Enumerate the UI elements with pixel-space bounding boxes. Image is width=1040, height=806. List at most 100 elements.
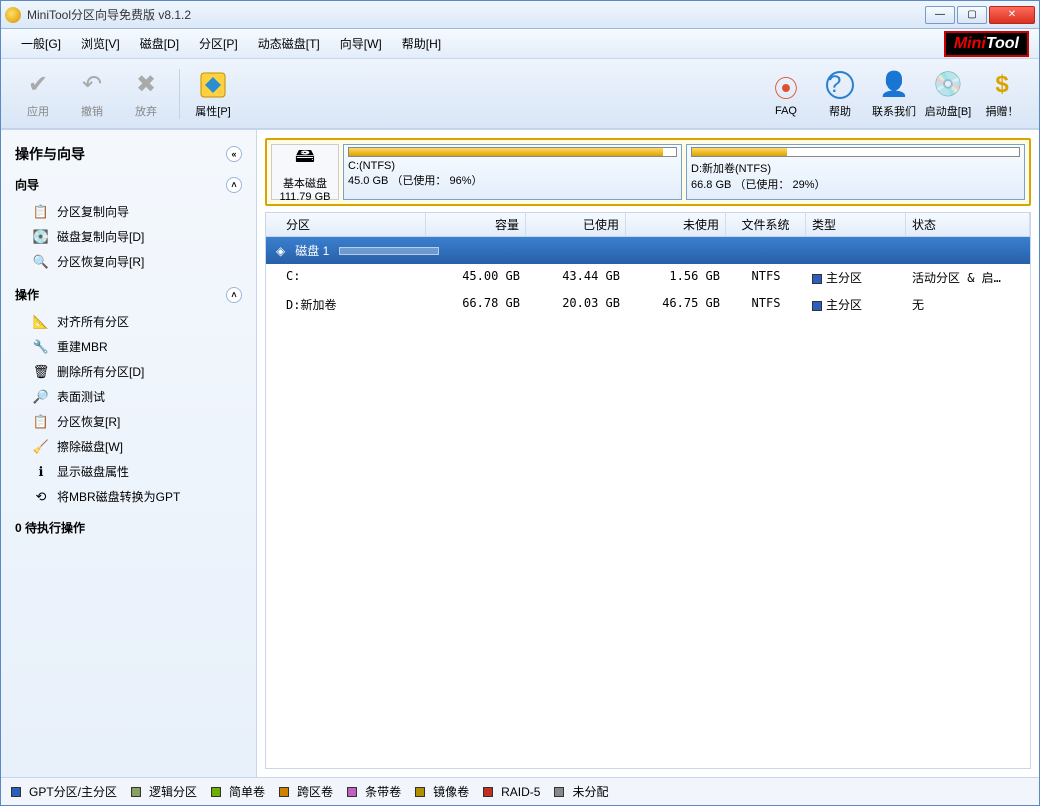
chevron-up-icon[interactable]: ˄ [226, 287, 242, 303]
usage-bar [348, 147, 677, 157]
wizard-icon: 📋 [33, 204, 49, 220]
ops-icon: 🔎 [33, 389, 49, 405]
ops-icon: ⟲ [33, 489, 49, 505]
table-row[interactable]: C: 45.00 GB 43.44 GB 1.56 GB NTFS 主分区 活动… [266, 264, 1030, 291]
sidebar-wizard-item[interactable]: 🔍分区恢复向导[R] [1, 249, 256, 274]
titlebar: MiniTool分区向导免费版 v8.1.2 — ▢ ✕ [1, 1, 1039, 29]
legend-swatch [211, 787, 221, 797]
sidebar-ops-item[interactable]: 🧹擦除磁盘[W] [1, 434, 256, 459]
disk-bar [339, 247, 439, 255]
menu-partition[interactable]: 分区[P] [189, 31, 248, 56]
sidebar-ops-item[interactable]: 🔧重建MBR [1, 334, 256, 359]
legend-item: 逻辑分区 [131, 783, 197, 800]
legend-swatch [279, 787, 289, 797]
faq-button[interactable]: ⦿ FAQ [759, 64, 813, 124]
sidebar-ops-item[interactable]: 📋分区恢复[R] [1, 409, 256, 434]
menu-dynamic[interactable]: 动态磁盘[T] [248, 31, 330, 56]
menu-wizard[interactable]: 向导[W] [330, 31, 392, 56]
col-unused[interactable]: 未使用 [626, 212, 726, 237]
sidebar-ops-item[interactable]: ⟲将MBR磁盘转换为GPT [1, 484, 256, 509]
sidebar-ops-item[interactable]: ℹ显示磁盘属性 [1, 459, 256, 484]
legend-item: 镜像卷 [415, 783, 469, 800]
menu-general[interactable]: 一般[G] [11, 31, 71, 56]
legend-swatch [554, 787, 564, 797]
diskmap-partition[interactable]: C:(NTFS) 45.0 GB （已使用： 96%） [343, 144, 682, 200]
legend-swatch [131, 787, 141, 797]
menu-help[interactable]: 帮助[H] [392, 31, 451, 56]
menu-disk[interactable]: 磁盘[D] [130, 31, 189, 56]
app-icon [5, 7, 21, 23]
table-header: 分区 容量 已使用 未使用 文件系统 类型 状态 [266, 213, 1030, 237]
usage-bar [691, 147, 1020, 157]
col-used[interactable]: 已使用 [526, 212, 626, 237]
check-icon: ✔ [22, 69, 54, 101]
question-icon: ? [824, 69, 856, 101]
sidebar-ops-item[interactable]: 🗑删除所有分区[D] [1, 359, 256, 384]
sidebar-wizard-item[interactable]: 📋分区复制向导 [1, 199, 256, 224]
bootdisk-button[interactable]: 💿 启动盘[B] [921, 64, 975, 124]
person-icon: 👤 [878, 69, 910, 101]
ops-icon: ℹ [33, 464, 49, 480]
col-capacity[interactable]: 容量 [426, 212, 526, 237]
legend-item: RAID-5 [483, 785, 540, 799]
maximize-button[interactable]: ▢ [957, 6, 987, 24]
section-ops: 操作 ˄ [1, 280, 256, 309]
toolbar-separator [179, 69, 180, 119]
legend-item: 未分配 [554, 783, 608, 800]
disk-map: 🖴 基本磁盘 111.79 GB C:(NTFS) 45.0 GB （已使用： … [265, 138, 1031, 206]
disk-group-row[interactable]: ◈ 磁盘 1 [266, 237, 1030, 264]
legend-item: 简单卷 [211, 783, 265, 800]
section-wizard: 向导 ˄ [1, 170, 256, 199]
legend-item: 条带卷 [347, 783, 401, 800]
legend-item: 跨区卷 [279, 783, 333, 800]
apply-button[interactable]: ✔ 应用 [11, 64, 65, 124]
content-area: 🖴 基本磁盘 111.79 GB C:(NTFS) 45.0 GB （已使用： … [257, 130, 1039, 777]
partition-table: 分区 容量 已使用 未使用 文件系统 类型 状态 ◈ 磁盘 1 C: 45.00 [265, 212, 1031, 769]
sidebar-wizard-item[interactable]: 💽磁盘复制向导[D] [1, 224, 256, 249]
undo-button[interactable]: ↶ 撤销 [65, 64, 119, 124]
donate-button[interactable]: $ 捐赠！ [975, 64, 1029, 124]
diskmap-partition[interactable]: D:新加卷(NTFS) 66.8 GB （已使用： 29%） [686, 144, 1025, 200]
window-title: MiniTool分区向导免费版 v8.1.2 [27, 6, 925, 23]
wizard-icon: 🔍 [33, 254, 49, 270]
brand-logo: MiniTool [944, 31, 1029, 57]
contact-button[interactable]: 👤 联系我们 [867, 64, 921, 124]
disk-summary[interactable]: 🖴 基本磁盘 111.79 GB [271, 144, 339, 200]
toolbar: ✔ 应用 ↶ 撤销 ✖ 放弃 属性[P] ⦿ FAQ ? 帮助 👤 [1, 59, 1039, 129]
col-fs[interactable]: 文件系统 [726, 212, 806, 237]
disc-icon: 💿 [932, 69, 964, 101]
cross-icon: ✖ [130, 69, 162, 101]
properties-button[interactable]: 属性[P] [186, 64, 240, 124]
main-area: 操作与向导 « 向导 ˄ 📋分区复制向导💽磁盘复制向导[D]🔍分区恢复向导[R]… [1, 129, 1039, 777]
undo-icon: ↶ [76, 69, 108, 101]
sidebar-header: 操作与向导 « [1, 138, 256, 170]
legend-item: GPT分区/主分区 [11, 783, 117, 800]
ops-icon: 📐 [33, 314, 49, 330]
pending-operations: 0 待执行操作 [1, 509, 256, 546]
col-status[interactable]: 状态 [906, 212, 1030, 237]
legend-swatch [11, 787, 21, 797]
legend-swatch [415, 787, 425, 797]
help-button[interactable]: ? 帮助 [813, 64, 867, 124]
sidebar: 操作与向导 « 向导 ˄ 📋分区复制向导💽磁盘复制向导[D]🔍分区恢复向导[R]… [1, 130, 257, 777]
sidebar-ops-item[interactable]: 📐对齐所有分区 [1, 309, 256, 334]
ops-icon: 🔧 [33, 339, 49, 355]
legend-swatch [483, 787, 493, 797]
col-partition[interactable]: 分区 [266, 212, 426, 237]
minimize-button[interactable]: — [925, 6, 955, 24]
table-body: ◈ 磁盘 1 C: 45.00 GB 43.44 GB 1.56 GB NTFS… [266, 237, 1030, 768]
sidebar-ops-item[interactable]: 🔎表面测试 [1, 384, 256, 409]
app-window: MiniTool分区向导免费版 v8.1.2 — ▢ ✕ 一般[G] 浏览[V]… [0, 0, 1040, 806]
dollar-icon: $ [986, 69, 1018, 101]
chevron-up-icon[interactable]: ˄ [226, 177, 242, 193]
collapse-icon[interactable]: « [226, 146, 242, 162]
properties-icon [197, 69, 229, 101]
discard-button[interactable]: ✖ 放弃 [119, 64, 173, 124]
lifebuoy-icon: ⦿ [770, 71, 802, 103]
close-button[interactable]: ✕ [989, 6, 1035, 24]
menubar: 一般[G] 浏览[V] 磁盘[D] 分区[P] 动态磁盘[T] 向导[W] 帮助… [1, 29, 1039, 59]
col-type[interactable]: 类型 [806, 212, 906, 237]
menu-view[interactable]: 浏览[V] [71, 31, 130, 56]
table-row[interactable]: D:新加卷 66.78 GB 20.03 GB 46.75 GB NTFS 主分… [266, 291, 1030, 318]
legend: GPT分区/主分区逻辑分区简单卷跨区卷条带卷镜像卷 RAID-5 未分配 [1, 777, 1039, 805]
